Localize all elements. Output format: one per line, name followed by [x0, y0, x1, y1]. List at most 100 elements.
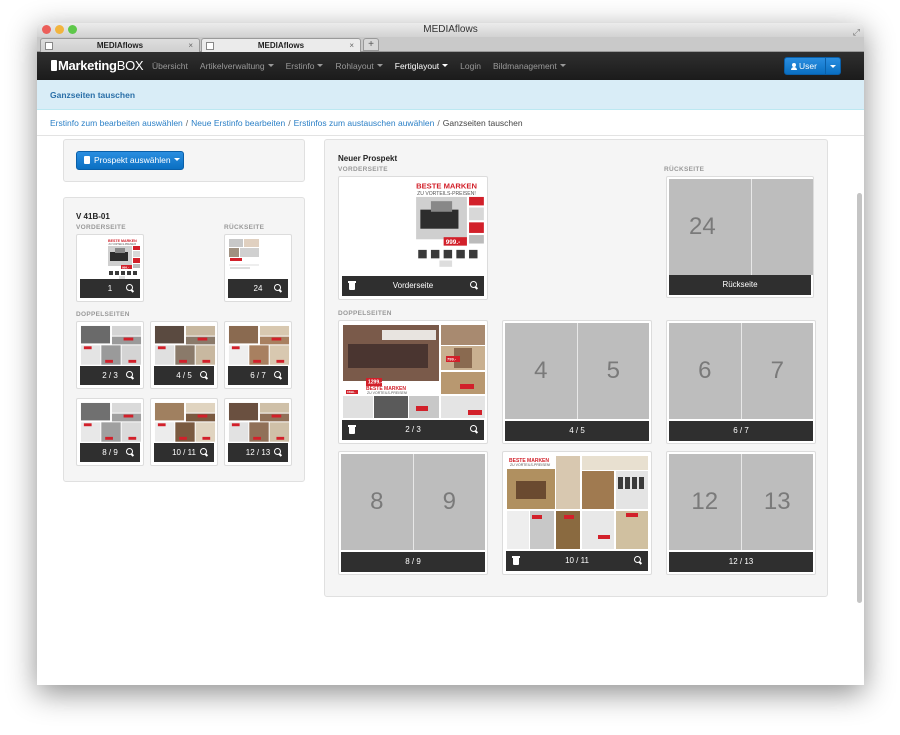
spread-placeholder: 12 13: [669, 454, 813, 550]
spread-thumbnail: [80, 325, 142, 367]
new-spread-4/5[interactable]: 454 / 5: [502, 320, 652, 444]
spread-caption: 6 / 7: [228, 366, 288, 385]
new-spread-12/13[interactable]: 12 13 12 / 13: [666, 451, 816, 575]
nav-item-bildmanagement[interactable]: Bildmanagement: [487, 52, 572, 80]
new-prospect-panel: Neuer Prospekt VORDERSEITE RÜCKSEITE BES…: [324, 139, 828, 597]
spreads-label: DOPPELSEITEN: [338, 310, 392, 317]
spread-thumbnail: [228, 325, 290, 367]
source-spread-4/5[interactable]: 4 / 5: [150, 321, 218, 389]
page-caption: 24: [228, 279, 288, 298]
page-caption: Rückseite: [669, 275, 811, 295]
zoom-icon[interactable]: [126, 283, 134, 292]
zoom-icon[interactable]: [274, 447, 282, 456]
new-front-page[interactable]: BESTE MARKEN ZU VORTEILS-PREISEN! 999.- Vo…: [338, 176, 488, 300]
zoom-icon[interactable]: [470, 425, 478, 433]
zoom-icon[interactable]: [200, 370, 208, 379]
tab-label: MEDIAflows: [257, 41, 305, 50]
nav-item-login[interactable]: Login: [454, 52, 487, 80]
svg-text:999.-: 999.-: [446, 239, 460, 246]
nav-item-label: Erstinfo: [285, 61, 315, 71]
user-label: User: [799, 61, 817, 71]
spread-caption: 12 / 13: [228, 443, 288, 462]
close-tab-icon[interactable]: ×: [349, 39, 354, 52]
zoom-icon[interactable]: [274, 370, 282, 379]
chevron-down-icon: [267, 64, 274, 67]
close-window-icon[interactable]: [42, 25, 51, 34]
select-prospect-panel: Prospekt auswählen: [63, 139, 305, 182]
chevron-down-icon: [317, 64, 324, 67]
trash-icon[interactable]: [348, 425, 356, 434]
source-spread-10/11[interactable]: 10 / 11: [150, 398, 218, 466]
breadcrumb-link[interactable]: Erstinfo zum bearbeiten auswählen: [50, 118, 183, 128]
new-spread-6/7[interactable]: 676 / 7: [666, 320, 816, 444]
spread-caption: 10 / 11: [154, 443, 214, 462]
brand-logo[interactable]: MarketingBOX: [51, 58, 144, 73]
close-tab-icon[interactable]: ×: [188, 39, 193, 52]
user-menu-button[interactable]: User: [784, 57, 841, 75]
trash-icon[interactable]: [512, 556, 520, 565]
tab-label: MEDIAflows: [96, 41, 144, 50]
source-front-page[interactable]: BESTE MARKEN ZU VORTEILS-PREISEN! 999.- 1: [76, 234, 144, 302]
window-controls: [42, 25, 77, 34]
page-icon: [206, 42, 214, 50]
tab-1[interactable]: MEDIAflows ×: [40, 38, 200, 52]
source-spread-12/13[interactable]: 12 / 13: [224, 398, 292, 466]
spread-thumbnail: [80, 402, 142, 444]
breadcrumb-link[interactable]: Neue Erstinfo bearbeiten: [191, 118, 285, 128]
zoom-icon[interactable]: [126, 447, 134, 456]
breadcrumb-link[interactable]: Erstinfos zum austauschen auwählen: [294, 118, 435, 128]
nav-item-fertiglayout[interactable]: Fertiglayout: [389, 52, 454, 80]
nav-item-label: Login: [460, 61, 481, 71]
nav-item-label: Bildmanagement: [492, 61, 557, 71]
breadcrumb: Erstinfo zum bearbeiten auswählen / Neue E…: [37, 110, 864, 136]
spread-caption: 10 / 11: [506, 551, 648, 571]
back-label: RÜCKSEITE: [664, 166, 705, 173]
user-dropdown-toggle[interactable]: [826, 58, 840, 74]
spread-caption: 2 / 3: [80, 366, 140, 385]
source-prospect-panel: V 41B-01 VORDERSEITE RÜCKSEITE BESTE MAR…: [63, 197, 305, 482]
trash-icon[interactable]: [348, 281, 356, 290]
source-prospect-title: V 41B-01: [76, 212, 110, 221]
zoom-icon[interactable]: [274, 283, 282, 292]
vertical-scrollbar[interactable]: [857, 193, 862, 603]
spread-thumbnail: 799.- 1299.- BESTE MARKEN ZU VORTEILS-PREIS…: [342, 324, 486, 420]
svg-text:ZU VORTEILS-PREISEN!: ZU VORTEILS-PREISEN!: [510, 463, 550, 467]
spread-caption: 6 / 7: [669, 421, 813, 441]
select-prospect-button[interactable]: Prospekt auswählen: [76, 151, 184, 170]
svg-text:999.-: 999.-: [122, 265, 129, 269]
zoom-icon[interactable]: [126, 370, 134, 379]
source-spread-2/3[interactable]: 2 / 3: [76, 321, 144, 389]
breadcrumb-current: Ganzseiten tauschen: [442, 118, 523, 128]
front-label: VORDERSEITE: [338, 166, 388, 173]
nav-item-rohlayout[interactable]: Rohlayout: [329, 52, 388, 80]
spread-thumbnail: [154, 325, 216, 367]
zoom-icon[interactable]: [200, 447, 208, 456]
back-page-thumbnail: [228, 238, 260, 280]
spread-caption: 12 / 13: [669, 552, 813, 572]
new-spread-2/3[interactable]: 799.- 1299.- BESTE MARKEN ZU VORTEILS-PREIS…: [338, 320, 488, 444]
chevron-down-icon: [376, 64, 383, 67]
minimize-window-icon[interactable]: [55, 25, 64, 34]
document-icon: [84, 156, 90, 164]
chevron-down-icon: [442, 64, 449, 67]
nav-item-erstinfo[interactable]: Erstinfo: [280, 52, 330, 80]
page-caption: Vorderseite: [342, 276, 484, 296]
new-spread-8/9[interactable]: 898 / 9: [338, 451, 488, 575]
source-spread-6/7[interactable]: 6 / 7: [224, 321, 292, 389]
zoom-icon[interactable]: [470, 281, 478, 289]
spread-placeholder: 67: [669, 323, 813, 419]
zoom-window-icon[interactable]: [68, 25, 77, 34]
new-spread-10/11[interactable]: BESTE MARKEN ZU VORTEILS-PREISEN! 10 / 11: [502, 451, 652, 575]
tab-2[interactable]: MEDIAflows ×: [201, 38, 361, 52]
source-spread-8/9[interactable]: 8 / 9: [76, 398, 144, 466]
tab-bar: MEDIAflows × MEDIAflows × +: [37, 37, 864, 52]
zoom-icon[interactable]: [634, 556, 642, 564]
source-back-page[interactable]: 24: [224, 234, 292, 302]
spread-caption: 4 / 5: [505, 421, 649, 441]
breadcrumb-separator: /: [437, 118, 440, 128]
nav-item-artikelverwaltung[interactable]: Artikelverwaltung: [194, 52, 280, 80]
front-page-thumbnail: BESTE MARKEN ZU VORTEILS-PREISEN! 999.-: [107, 238, 141, 280]
new-tab-button[interactable]: +: [363, 38, 379, 51]
nav-item-übersicht[interactable]: Übersicht: [146, 52, 194, 80]
new-back-page[interactable]: 24 Rückseite: [666, 176, 814, 298]
